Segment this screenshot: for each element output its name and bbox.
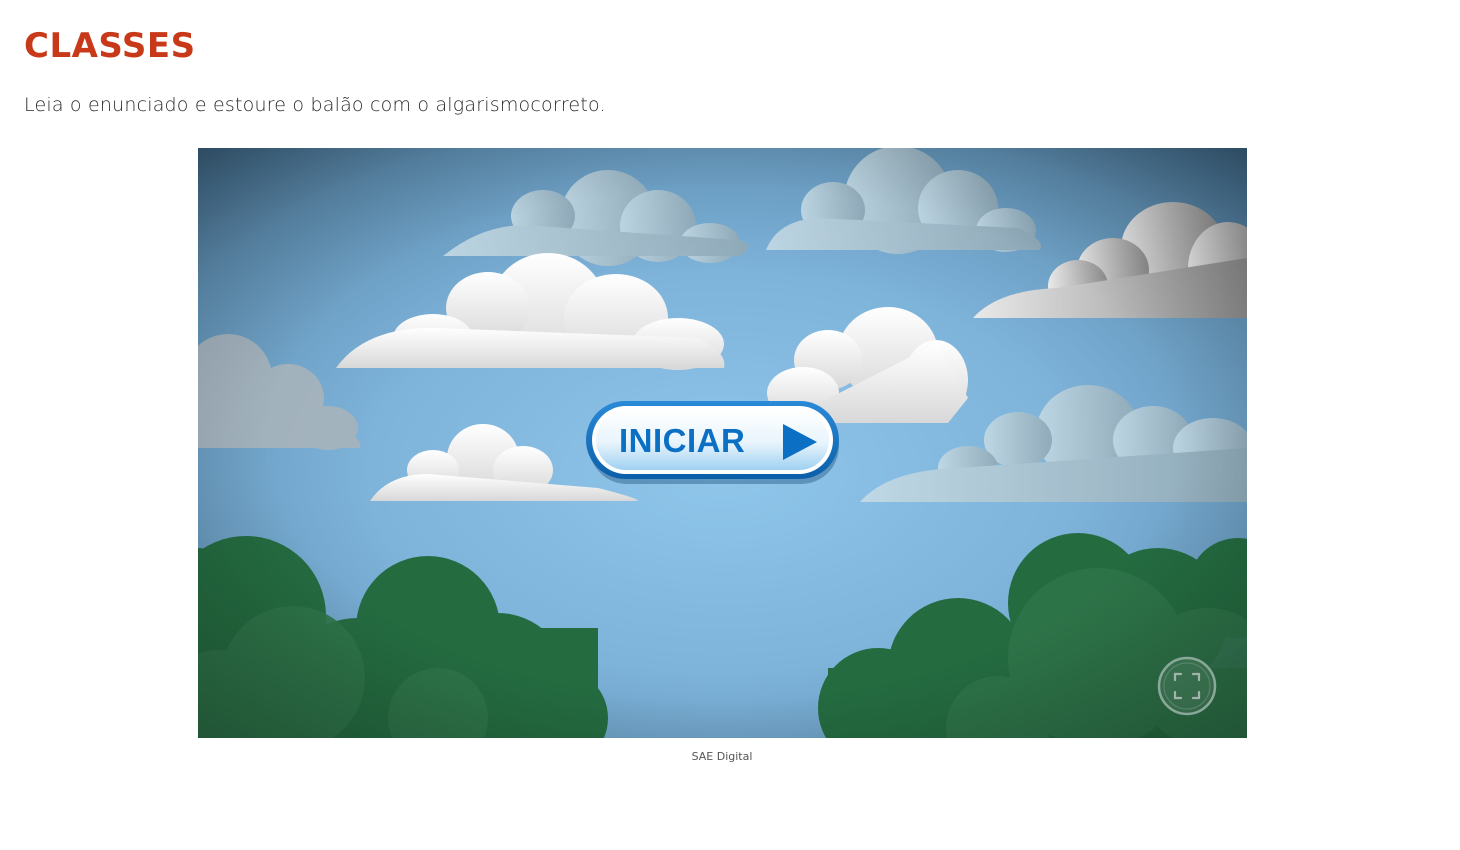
instruction-text: Leia o enunciado e estoure o balão com o… [24,94,606,116]
page: CLASSES Leia o enunciado e estoure o bal… [0,0,1460,850]
start-button[interactable]: INICIAR [585,400,841,484]
start-button-label: INICIAR [619,422,746,459]
fullscreen-button[interactable] [1157,656,1217,716]
caption-credit: SAE Digital [691,750,753,763]
fullscreen-corners-icon [1157,656,1217,716]
play-triangle-icon [783,424,817,460]
game-canvas[interactable]: INICIAR [198,148,1247,738]
page-title: CLASSES [24,26,196,66]
